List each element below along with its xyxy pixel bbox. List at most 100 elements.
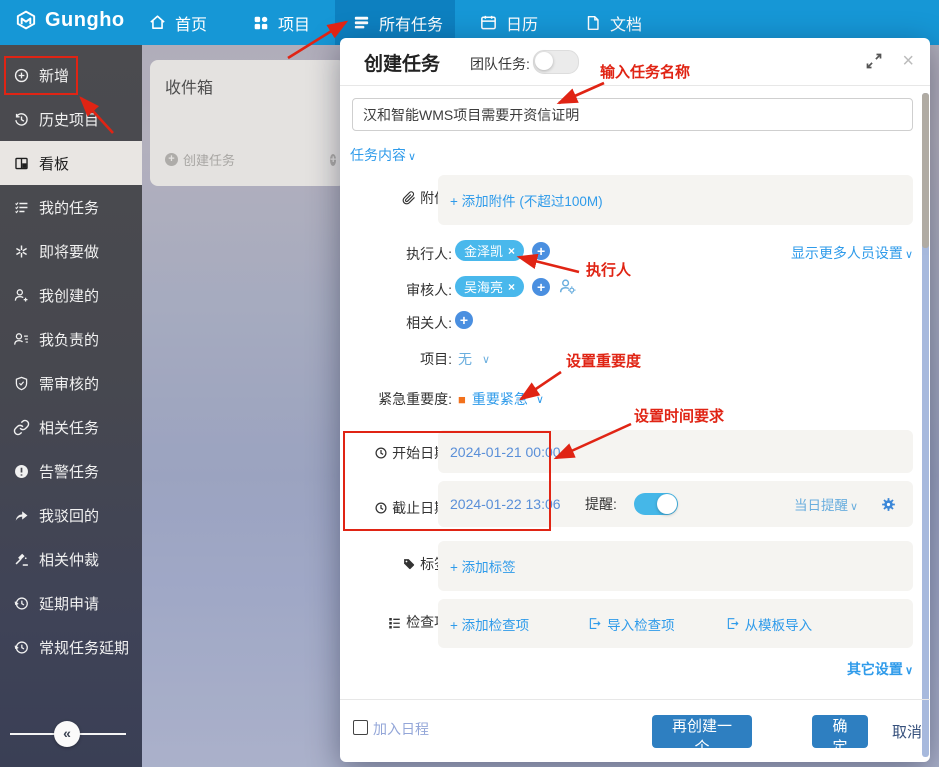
home-icon bbox=[148, 13, 167, 32]
schedule-checkbox-label: 加入日程 bbox=[373, 719, 429, 739]
person-name: 金泽凯 bbox=[464, 241, 503, 260]
sidebar-item-created-by-me[interactable]: 我创建的 bbox=[0, 273, 142, 317]
add-checklist-link[interactable]: + 添加检查项 bbox=[450, 614, 529, 634]
attachment-label: 附件: bbox=[340, 188, 452, 208]
sidebar-item-needs-review[interactable]: 需审核的 bbox=[0, 361, 142, 405]
reviewer-label: 审核人: bbox=[340, 280, 452, 300]
remind-option-select[interactable]: 当日提醒∨ bbox=[794, 494, 858, 514]
sidebar-item-related-tasks[interactable]: 相关任务 bbox=[0, 405, 142, 449]
sidebar-label: 我负责的 bbox=[39, 329, 99, 350]
tag-label: 标签: bbox=[340, 554, 452, 574]
app-logo[interactable]: Gungho bbox=[14, 8, 125, 32]
task-content-toggle[interactable]: 任务内容∨ bbox=[350, 145, 416, 165]
confirm-button[interactable]: 确定 bbox=[812, 715, 868, 748]
import-icon bbox=[725, 616, 740, 631]
add-executor-button[interactable]: + bbox=[532, 242, 550, 260]
sidebar-item-delay-request[interactable]: 延期申请 bbox=[0, 581, 142, 625]
sidebar-item-alert-tasks[interactable]: 告警任务 bbox=[0, 449, 142, 493]
sidebar-item-new[interactable]: 新增 bbox=[0, 53, 142, 97]
tag-field[interactable]: + 添加标签 bbox=[438, 541, 913, 591]
clock-icon bbox=[374, 501, 388, 515]
projects-grid-icon bbox=[252, 14, 270, 32]
sidebar-item-kanban[interactable]: 看板 bbox=[0, 141, 142, 185]
start-date-value: 2024-01-21 00:00 bbox=[450, 444, 561, 460]
related-people-row: + bbox=[455, 311, 473, 329]
nav-all-tasks-label: 所有任务 bbox=[379, 11, 443, 35]
inbox-create-task-button[interactable]: + 创建任务 bbox=[165, 150, 235, 169]
second-column-create-button[interactable]: + bbox=[330, 150, 336, 168]
project-value: 无 bbox=[458, 349, 472, 369]
team-task-toggle[interactable] bbox=[533, 50, 579, 74]
nav-projects[interactable]: 项目 bbox=[252, 0, 310, 45]
scrollbar-thumb[interactable] bbox=[922, 93, 929, 248]
create-another-button[interactable]: 再创建一个 bbox=[652, 715, 752, 748]
remind-toggle[interactable] bbox=[634, 493, 678, 515]
start-date-field[interactable]: 2024-01-21 00:00 bbox=[438, 430, 913, 473]
other-settings-toggle[interactable]: 其它设置∨ bbox=[847, 659, 913, 679]
reviewer-person-chip[interactable]: 吴海亮 × bbox=[455, 276, 524, 297]
task-content-label: 任务内容 bbox=[350, 147, 406, 163]
sidebar-collapse-button[interactable]: « bbox=[54, 721, 80, 747]
sidebar-label: 相关任务 bbox=[39, 417, 99, 438]
create-task-modal: 创建任务 团队任务: × 任务内容∨ 附件: + 添加附件 (不超过100M) … bbox=[340, 38, 930, 762]
sidebar-item-upcoming[interactable]: 即将要做 bbox=[0, 229, 142, 273]
sidebar-label: 历史项目 bbox=[39, 109, 99, 130]
schedule-checkbox[interactable] bbox=[353, 720, 368, 735]
nav-calendar-label: 日历 bbox=[506, 11, 538, 35]
add-attachment-link[interactable]: + 添加附件 (不超过100M) bbox=[450, 190, 603, 210]
expand-icon[interactable] bbox=[864, 51, 884, 71]
list-check-icon bbox=[13, 199, 30, 216]
sidebar-label: 我驳回的 bbox=[39, 505, 99, 526]
person-gear-icon[interactable] bbox=[558, 277, 577, 296]
add-reviewer-button[interactable]: + bbox=[532, 278, 550, 296]
app-window: 收件箱 + 创建任务 + Gungho 首页 项目 所有任务 日历 bbox=[0, 0, 939, 767]
sidebar-item-regular-task-delay[interactable]: 常规任务延期 bbox=[0, 625, 142, 669]
executor-row: 金泽凯 × + bbox=[455, 240, 550, 261]
nav-docs-label: 文档 bbox=[610, 11, 642, 35]
add-tag-link[interactable]: + 添加标签 bbox=[450, 556, 516, 576]
nav-home[interactable]: 首页 bbox=[148, 0, 207, 45]
chevron-down-icon: ∨ bbox=[536, 393, 544, 406]
person-list-icon bbox=[13, 331, 30, 348]
import-from-template-link[interactable]: 从模板导入 bbox=[725, 614, 813, 634]
executor-label: 执行人: bbox=[340, 244, 452, 264]
close-icon[interactable]: × bbox=[902, 50, 914, 73]
due-date-value: 2024-01-22 13:06 bbox=[450, 496, 561, 512]
alert-icon bbox=[13, 463, 30, 480]
tag-icon bbox=[402, 557, 416, 571]
plus-circle-icon bbox=[13, 67, 30, 84]
due-date-field[interactable]: 2024-01-22 13:06 提醒: 当日提醒∨ bbox=[438, 481, 913, 527]
show-more-people-link[interactable]: 显示更多人员设置∨ bbox=[791, 243, 913, 263]
remind-settings-gear-icon[interactable] bbox=[880, 496, 897, 513]
nav-projects-label: 项目 bbox=[278, 11, 310, 35]
history-icon bbox=[13, 111, 30, 128]
executor-person-chip[interactable]: 金泽凯 × bbox=[455, 240, 524, 261]
project-select[interactable]: 无∨ bbox=[458, 349, 490, 369]
priority-select[interactable]: ■ 重要紧急 ∨ bbox=[458, 389, 544, 409]
sidebar-item-arbitration[interactable]: 相关仲裁 bbox=[0, 537, 142, 581]
sidebar-label: 需审核的 bbox=[39, 373, 99, 394]
sidebar-item-history-projects[interactable]: 历史项目 bbox=[0, 97, 142, 141]
import-checklist-link[interactable]: 导入检查项 bbox=[587, 614, 675, 634]
task-name-input[interactable] bbox=[352, 98, 913, 131]
sidebar-label: 延期申请 bbox=[39, 593, 99, 614]
modal-scrollbar[interactable] bbox=[922, 93, 929, 757]
chevron-down-icon: ∨ bbox=[850, 501, 858, 513]
annotation-task-name-hint: 输入任务名称 bbox=[600, 61, 690, 82]
logo-text: Gungho bbox=[45, 9, 125, 32]
sidebar-item-owned-by-me[interactable]: 我负责的 bbox=[0, 317, 142, 361]
plus-icon: + bbox=[165, 153, 178, 166]
sidebar-item-rejected-by-me[interactable]: 我驳回的 bbox=[0, 493, 142, 537]
attachment-dropzone[interactable]: + 添加附件 (不超过100M) bbox=[438, 175, 913, 225]
clock-rotate-icon bbox=[13, 595, 30, 612]
cancel-button[interactable]: 取消 bbox=[886, 720, 928, 743]
remove-person-icon[interactable]: × bbox=[508, 280, 515, 294]
sidebar: 新增 历史项目 看板 我的任务 即将要做 我创建的 我负责的 需审核的 bbox=[0, 45, 142, 767]
checklist-icon bbox=[387, 615, 402, 630]
sidebar-item-my-tasks[interactable]: 我的任务 bbox=[0, 185, 142, 229]
add-related-person-button[interactable]: + bbox=[455, 311, 473, 329]
modal-footer: 加入日程 再创建一个 确定 取消 bbox=[340, 699, 930, 762]
annotation-time-hint: 设置时间要求 bbox=[634, 405, 724, 426]
remove-person-icon[interactable]: × bbox=[508, 244, 515, 258]
related-people-label: 相关人: bbox=[340, 313, 452, 333]
